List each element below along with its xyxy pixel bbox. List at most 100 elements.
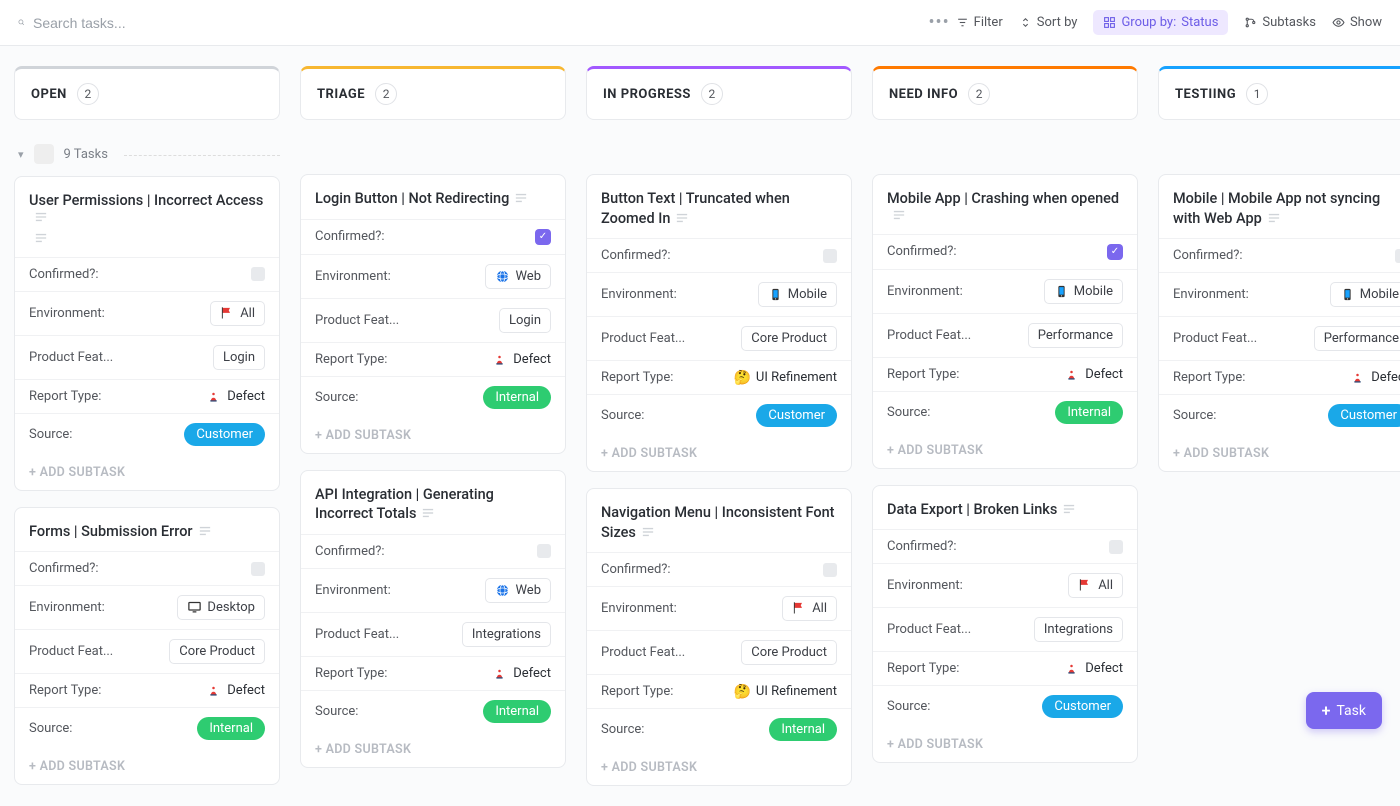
source-pill[interactable]: Internal (483, 700, 551, 723)
feature-tag[interactable]: Integrations (462, 622, 551, 647)
task-card[interactable]: API Integration | Generating Incorrect T… (300, 470, 566, 768)
search-input[interactable] (33, 15, 253, 31)
field-value: Performance (1028, 323, 1123, 348)
group-row[interactable]: ▾9 Tasks (18, 144, 280, 164)
environment-tag[interactable]: All (1068, 573, 1123, 598)
report-type-value[interactable]: Defect (1350, 370, 1400, 385)
group-count-label: 9 Tasks (64, 147, 108, 162)
environment-tag[interactable]: Mobile (1330, 282, 1400, 307)
checkbox-empty[interactable] (823, 249, 837, 263)
add-subtask-button[interactable]: + ADD SUBTASK (1159, 436, 1400, 471)
task-card[interactable]: Navigation Menu | Inconsistent Font Size… (586, 488, 852, 786)
environment-tag[interactable]: Mobile (758, 282, 837, 307)
report-type-value[interactable]: Defect (206, 683, 265, 698)
checkbox-empty[interactable] (1109, 540, 1123, 554)
task-card[interactable]: Data Export | Broken LinksConfirmed?:Env… (872, 485, 1138, 764)
more-icon[interactable]: ••• (922, 10, 955, 35)
field-value: Defect (1064, 661, 1123, 676)
environment-tag[interactable]: Web (485, 578, 551, 603)
add-subtask-button[interactable]: + ADD SUBTASK (15, 749, 279, 784)
report-type-value[interactable]: Defect (206, 389, 265, 404)
filter-button[interactable]: Filter (956, 15, 1003, 30)
feature-tag[interactable]: Core Product (741, 640, 837, 665)
task-card[interactable]: Button Text | Truncated when Zoomed InCo… (586, 174, 852, 472)
feature-tag[interactable]: Login (213, 345, 265, 370)
siren-icon (492, 352, 507, 367)
show-button[interactable]: Show (1332, 15, 1382, 30)
source-pill[interactable]: Customer (1042, 695, 1123, 718)
spacer (1158, 120, 1400, 174)
task-card[interactable]: Mobile App | Crashing when openedConfirm… (872, 174, 1138, 469)
environment-tag[interactable]: All (210, 301, 265, 326)
field-value: Defect (206, 683, 265, 698)
field-environment: Environment:Mobile (873, 269, 1137, 313)
checkbox-empty[interactable] (251, 562, 265, 576)
card-title: Navigation Menu | Inconsistent Font Size… (601, 504, 834, 541)
feature-tag[interactable]: Core Product (741, 326, 837, 351)
checkbox-checked-icon[interactable]: ✓ (535, 229, 551, 245)
sort-button[interactable]: Sort by (1019, 15, 1078, 30)
checkbox-empty[interactable] (537, 544, 551, 558)
source-pill[interactable]: Customer (756, 404, 837, 427)
feature-tag[interactable]: Core Product (169, 639, 265, 664)
source-pill[interactable]: Internal (1055, 401, 1123, 424)
field-value: Defect (492, 666, 551, 681)
field-label: Product Feat... (29, 644, 113, 659)
toolbar: ••• Filter Sort by Group by: Status Subt… (0, 0, 1400, 46)
description-icon (1063, 503, 1075, 518)
field-source: Source:Customer (1159, 394, 1400, 436)
feature-tag[interactable]: Performance (1314, 326, 1400, 351)
column-header[interactable]: TRIAGE2 (300, 66, 566, 120)
report-type-value[interactable]: 🤔UI Refinement (735, 370, 837, 385)
source-pill[interactable]: Internal (197, 717, 265, 740)
source-pill[interactable]: Customer (184, 423, 265, 446)
field-report-type: Report Type: Defect (873, 357, 1137, 391)
column-header[interactable]: OPEN2 (14, 66, 280, 120)
environment-tag[interactable]: All (782, 596, 837, 621)
add-subtask-button[interactable]: + ADD SUBTASK (587, 436, 851, 471)
column-header[interactable]: NEED INFO2 (872, 66, 1138, 120)
report-type-value[interactable]: Defect (492, 352, 551, 367)
task-card[interactable]: Mobile | Mobile App not syncing with Web… (1158, 174, 1400, 472)
task-card[interactable]: User Permissions | Incorrect AccessConfi… (14, 176, 280, 491)
environment-value: Web (515, 269, 541, 284)
column-header[interactable]: TESTIING1 (1158, 66, 1400, 120)
task-card[interactable]: Forms | Submission ErrorConfirmed?:Envir… (14, 507, 280, 786)
card-list: User Permissions | Incorrect AccessConfi… (14, 176, 280, 785)
checkbox-empty[interactable] (251, 267, 265, 281)
report-type-value[interactable]: Defect (492, 666, 551, 681)
feature-tag[interactable]: Login (499, 308, 551, 333)
task-card[interactable]: Login Button | Not RedirectingConfirmed?… (300, 174, 566, 454)
environment-tag[interactable]: Mobile (1044, 279, 1123, 304)
add-subtask-button[interactable]: + ADD SUBTASK (301, 732, 565, 767)
checkbox-empty[interactable] (1395, 249, 1400, 263)
field-value: Customer (1042, 695, 1123, 718)
report-type-value[interactable]: Defect (1064, 367, 1123, 382)
add-subtask-button[interactable]: + ADD SUBTASK (873, 727, 1137, 762)
feature-tag[interactable]: Integrations (1034, 617, 1123, 642)
add-subtask-button[interactable]: + ADD SUBTASK (15, 455, 279, 490)
feature-tag[interactable]: Performance (1028, 323, 1123, 348)
checkbox-checked-icon[interactable]: ✓ (1107, 244, 1123, 260)
source-pill[interactable]: Internal (769, 718, 837, 741)
card-header: Forms | Submission Error (15, 508, 279, 552)
report-type-value[interactable]: Defect (1064, 661, 1123, 676)
environment-tag[interactable]: Desktop (177, 595, 265, 620)
source-pill[interactable]: Customer (1328, 404, 1400, 427)
add-subtask-button[interactable]: + ADD SUBTASK (587, 750, 851, 785)
column-header[interactable]: IN PROGRESS2 (586, 66, 852, 120)
source-pill[interactable]: Internal (483, 386, 551, 409)
environment-tag[interactable]: Web (485, 264, 551, 289)
report-type-value[interactable]: 🤔UI Refinement (735, 684, 837, 699)
new-task-button[interactable]: + Task (1306, 692, 1382, 729)
subtasks-button[interactable]: Subtasks (1244, 15, 1316, 30)
field-confirmed: Confirmed?: (873, 529, 1137, 563)
column-count: 2 (701, 83, 723, 105)
add-subtask-button[interactable]: + ADD SUBTASK (301, 418, 565, 453)
add-subtask-button[interactable]: + ADD SUBTASK (873, 433, 1137, 468)
field-label: Report Type: (887, 367, 959, 382)
toolbar-right: Filter Sort by Group by: Status Subtasks… (956, 10, 1382, 35)
field-product-feature: Product Feat... Core Product (15, 629, 279, 673)
checkbox-empty[interactable] (823, 563, 837, 577)
groupby-button[interactable]: Group by: Status (1093, 10, 1228, 35)
